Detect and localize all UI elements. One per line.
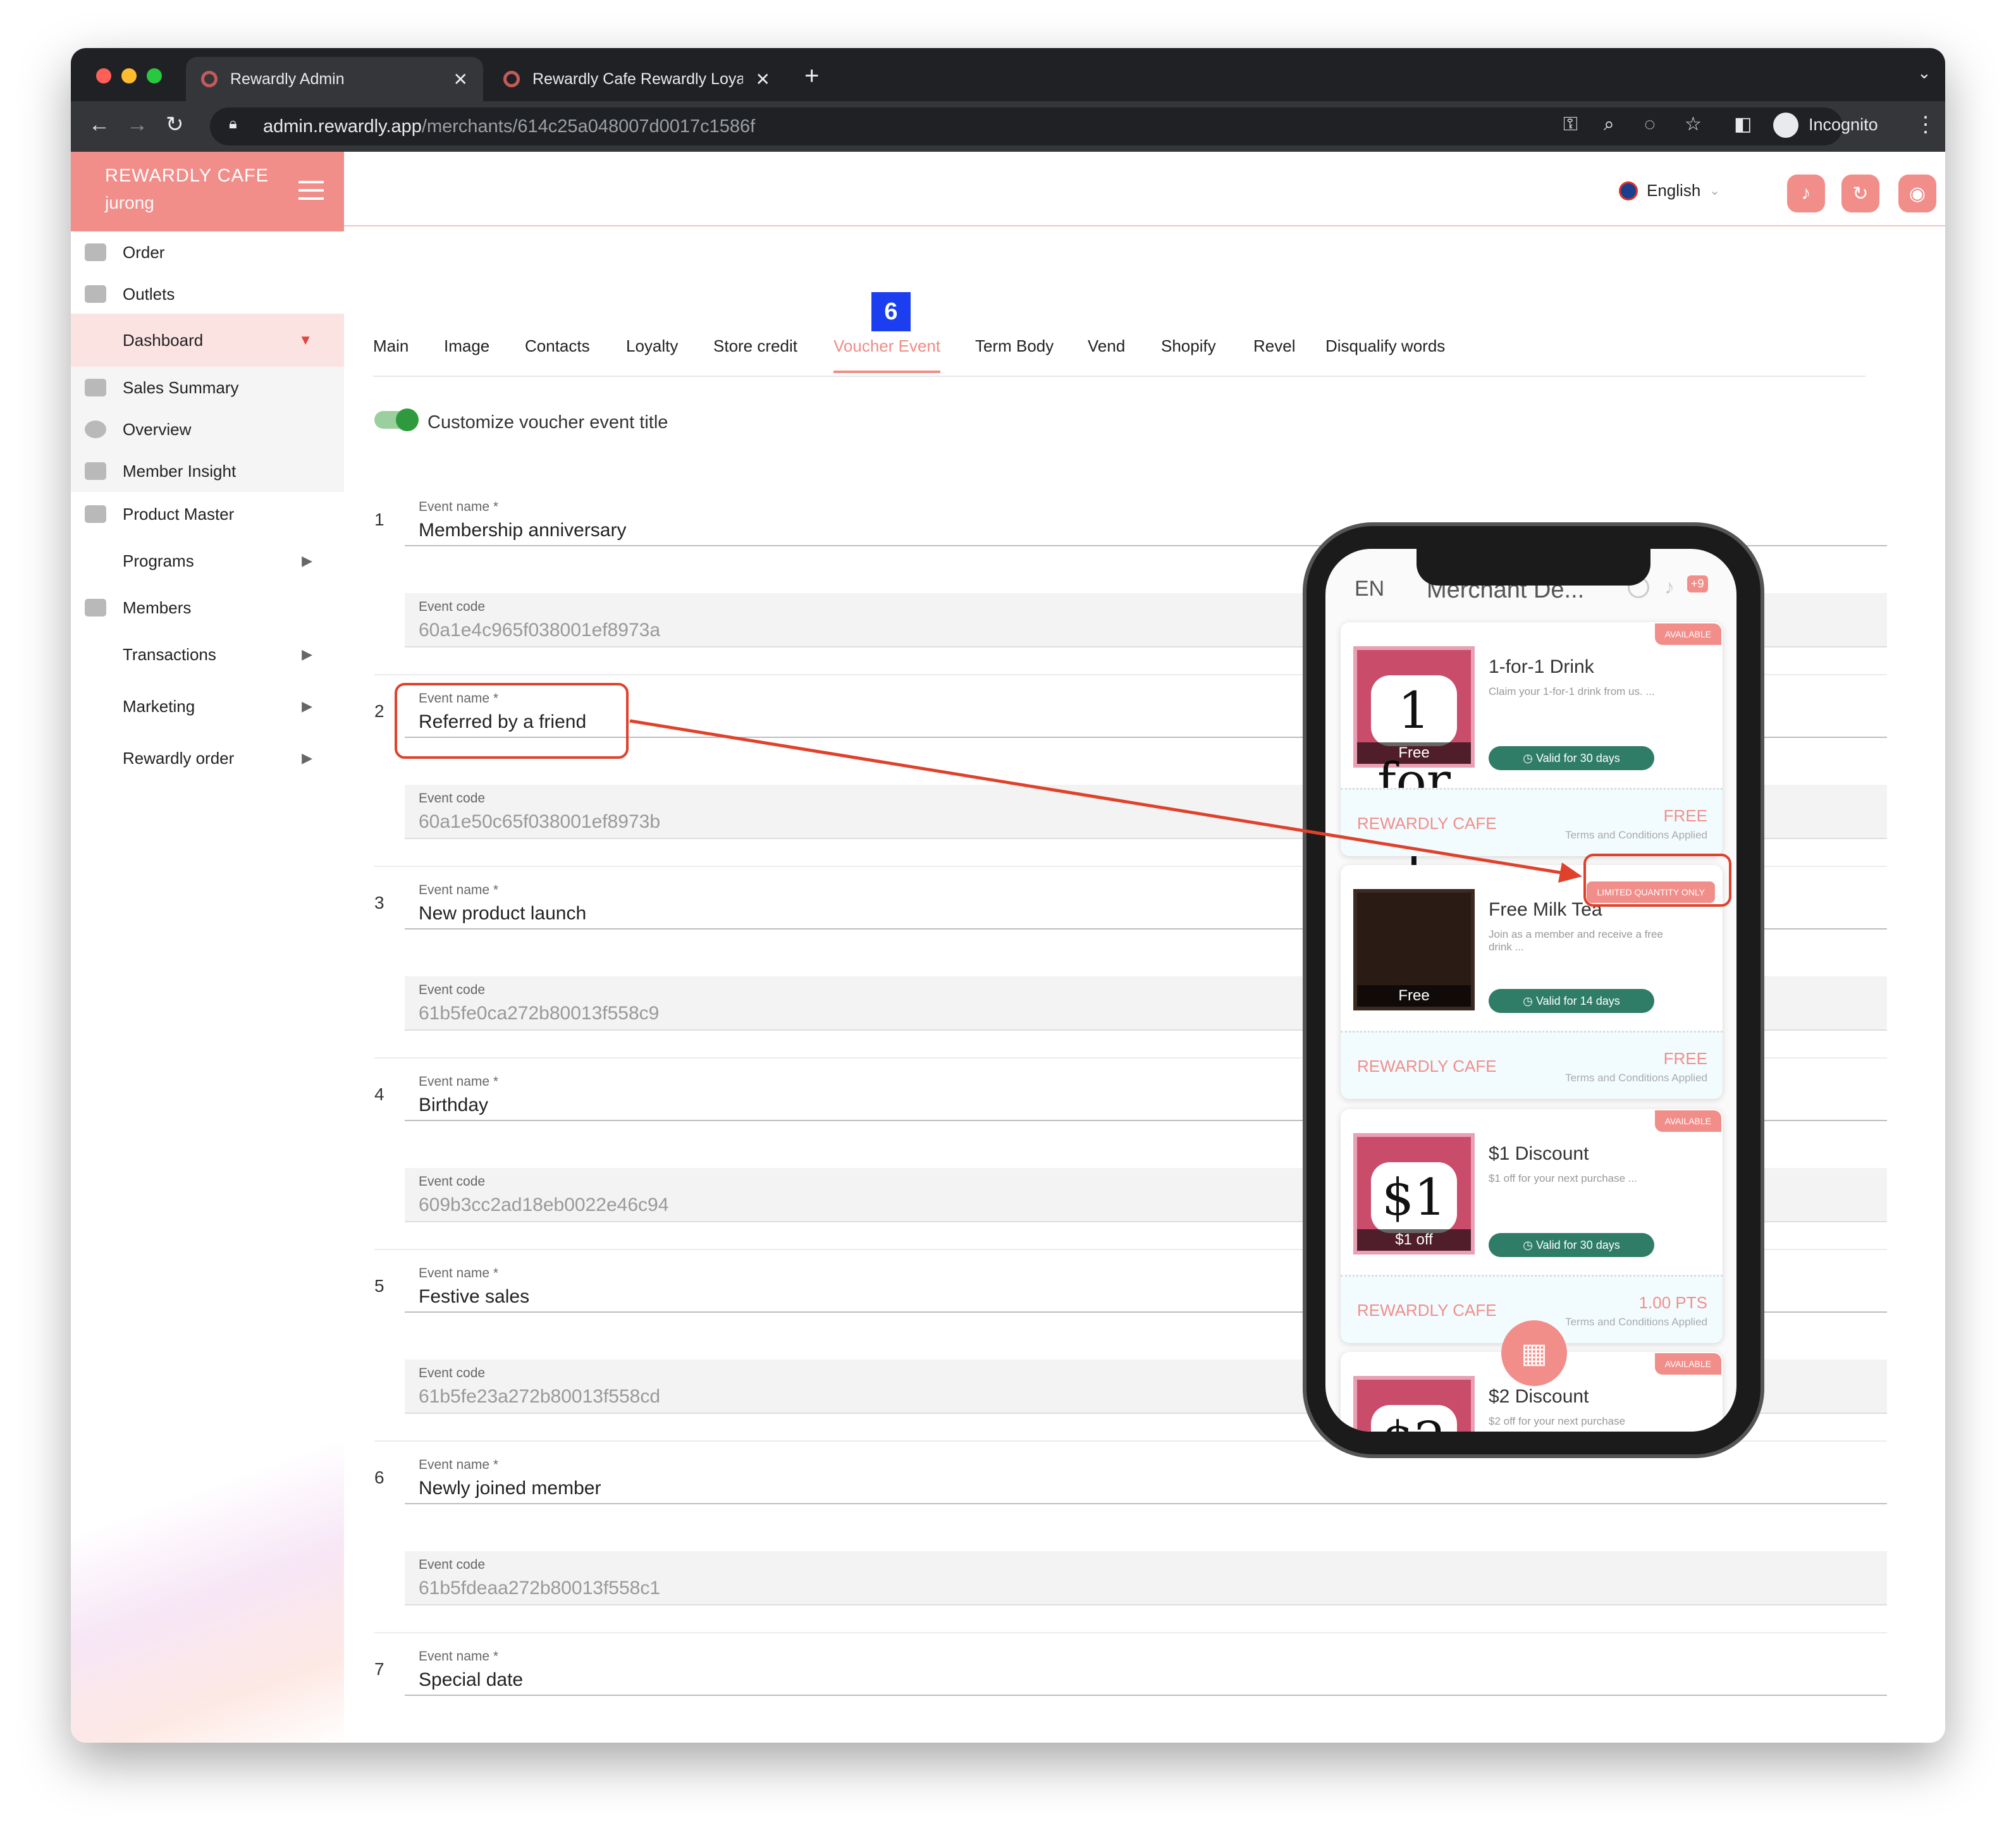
annotation-arrow xyxy=(629,719,1582,883)
